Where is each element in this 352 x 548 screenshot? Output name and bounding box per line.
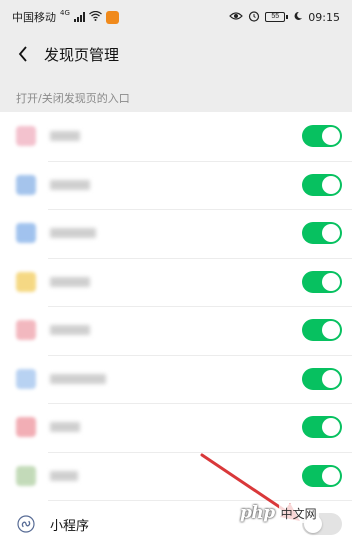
entry-label-blurred — [50, 131, 80, 142]
battery-icon: 55 — [265, 12, 289, 22]
mini-program-label: 小程序 — [50, 518, 90, 534]
watermark-text: 中文网 — [278, 503, 319, 523]
list-item — [0, 451, 352, 501]
entry-label-blurred — [50, 422, 80, 433]
entry-toggle[interactable] — [302, 464, 342, 487]
list-item — [0, 354, 352, 404]
list-item — [0, 209, 352, 258]
entry-label-blurred — [50, 228, 96, 239]
list-item — [0, 306, 352, 355]
watermark: php 中文网 — [240, 503, 319, 523]
entry-icon — [16, 223, 36, 244]
chevron-left-icon[interactable] — [14, 45, 32, 63]
toggle-knob — [322, 224, 340, 243]
watermark-logo: php — [240, 503, 275, 523]
toggle-knob — [322, 127, 340, 146]
entry-toggle[interactable] — [302, 367, 342, 390]
entry-label-blurred — [50, 373, 106, 384]
entry-icon — [16, 320, 36, 341]
entry-label-blurred — [50, 325, 90, 336]
entry-icon — [16, 126, 36, 147]
toggle-knob — [322, 175, 340, 194]
wifi-icon — [88, 10, 102, 24]
entry-icon — [16, 174, 36, 195]
entry-label-blurred — [50, 470, 78, 481]
entry-icon — [16, 368, 36, 389]
network-type: 4G — [60, 9, 70, 17]
list-item — [0, 160, 352, 210]
eye-icon — [229, 11, 244, 24]
entry-toggle[interactable] — [302, 319, 342, 342]
entry-toggle[interactable] — [302, 222, 342, 245]
discover-entries-list: 小程序 — [0, 112, 352, 548]
toggle-knob — [322, 418, 340, 437]
page-title: 发现页管理 — [44, 45, 120, 64]
list-item — [0, 112, 352, 161]
entry-icon — [16, 465, 36, 486]
nav-header: 发现页管理 — [0, 34, 352, 74]
toggle-knob — [322, 272, 340, 291]
entry-toggle[interactable] — [302, 416, 342, 439]
battery-level: 55 — [265, 12, 286, 22]
section-hint: 打开/关闭发现页的入口 — [16, 92, 130, 105]
toggle-knob — [322, 321, 340, 340]
app-notification-icon — [105, 10, 119, 24]
entry-toggle[interactable] — [302, 270, 342, 293]
alarm-icon — [248, 10, 260, 25]
moon-icon — [293, 11, 303, 24]
entry-toggle[interactable] — [302, 173, 342, 196]
entry-icon — [16, 417, 36, 438]
carrier-label: 中国移动 — [12, 11, 56, 24]
clock-time: 09:15 — [308, 10, 340, 24]
signal-icon — [73, 12, 85, 22]
entry-label-blurred — [50, 179, 90, 190]
list-item — [0, 403, 352, 452]
toggle-knob — [322, 369, 340, 388]
entry-label-blurred — [50, 276, 90, 287]
entry-icon — [16, 271, 36, 292]
toggle-knob — [322, 466, 340, 485]
list-item — [0, 257, 352, 307]
mini-program-icon — [16, 514, 36, 534]
entry-toggle[interactable] — [302, 125, 342, 148]
status-bar: 中国移动 4G 55 09:15 — [0, 0, 352, 34]
